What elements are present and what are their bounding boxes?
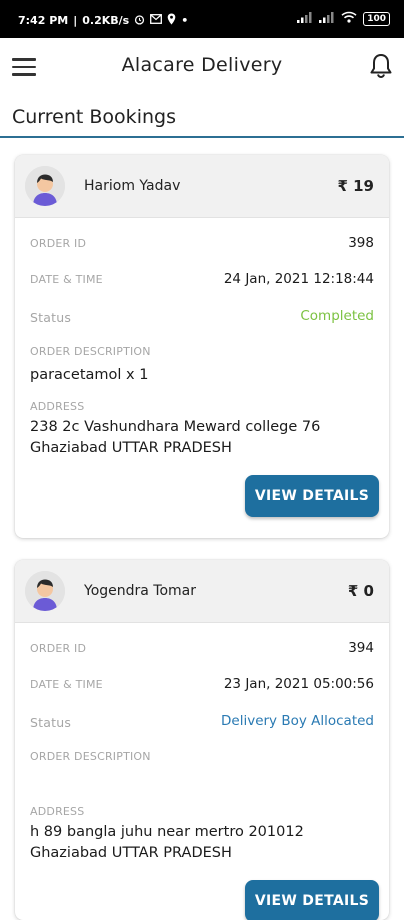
notification-dot-icon: •	[181, 14, 189, 27]
status-label: Status	[30, 715, 72, 730]
address-label: ADDRESS	[30, 400, 85, 413]
date-time-label: DATE & TIME	[30, 678, 103, 691]
signal-2-icon	[319, 11, 335, 26]
status-bar: 7:42 PM | 0.2KB/s • 100	[0, 0, 404, 38]
customer-name: Yogendra Tomar	[84, 583, 197, 599]
booking-card: Yogendra Tomar ₹ 0 ORDER ID 394 DATE & T…	[15, 560, 389, 920]
address-line-2: Ghaziabad UTTAR PRADESH	[30, 845, 232, 861]
order-id-label: ORDER ID	[30, 642, 87, 655]
status-bar-left: 7:42 PM | 0.2KB/s •	[18, 13, 188, 28]
order-description-label: ORDER DESCRIPTION	[30, 750, 151, 763]
order-id-value: 394	[348, 640, 374, 656]
booking-amount: ₹ 19	[337, 177, 374, 195]
section-divider	[0, 136, 404, 138]
address-line-1: h 89 bangla juhu near mertro 201012	[30, 824, 304, 840]
order-description-value: paracetamol x 1	[30, 367, 149, 383]
booking-amount: ₹ 0	[347, 582, 374, 600]
view-details-button[interactable]: VIEW DETAILS	[245, 880, 379, 920]
status-time: 7:42 PM	[18, 14, 69, 27]
battery-icon: 100	[363, 11, 390, 26]
order-description-label: ORDER DESCRIPTION	[30, 345, 151, 358]
address-line-2: Ghaziabad UTTAR PRADESH	[30, 440, 232, 456]
alarm-icon	[134, 14, 145, 28]
app-title: Alacare Delivery	[121, 54, 283, 76]
wifi-icon	[341, 11, 357, 26]
address-line-1: 238 2c Vashundhara Meward college 76	[30, 419, 321, 435]
notification-bell-icon[interactable]	[368, 52, 394, 80]
order-id-label: ORDER ID	[30, 237, 87, 250]
location-icon	[167, 13, 176, 28]
order-id-value: 398	[348, 235, 374, 251]
status-divider: |	[73, 14, 78, 27]
mail-icon	[150, 14, 163, 27]
booking-card-header: Hariom Yadav ₹ 19	[15, 155, 389, 218]
section-title: Current Bookings	[12, 106, 176, 128]
booking-card-header: Yogendra Tomar ₹ 0	[15, 560, 389, 623]
status-value: Delivery Boy Allocated	[221, 713, 374, 729]
date-time-label: DATE & TIME	[30, 273, 103, 286]
date-time-value: 23 Jan, 2021 05:00:56	[223, 676, 374, 692]
avatar	[25, 166, 65, 206]
status-value: Completed	[300, 308, 374, 324]
status-label: Status	[30, 310, 72, 325]
customer-name: Hariom Yadav	[84, 178, 181, 194]
booking-card: Hariom Yadav ₹ 19 ORDER ID 398 DATE & TI…	[15, 155, 389, 538]
signal-icon	[297, 11, 313, 26]
network-speed: 0.2KB/s	[82, 14, 130, 27]
date-time-value: 24 Jan, 2021 12:18:44	[223, 271, 374, 287]
status-bar-right: 100	[297, 11, 390, 26]
address-label: ADDRESS	[30, 805, 85, 818]
view-details-button[interactable]: VIEW DETAILS	[245, 475, 379, 517]
avatar	[25, 571, 65, 611]
app-bar: Alacare Delivery	[0, 38, 404, 96]
